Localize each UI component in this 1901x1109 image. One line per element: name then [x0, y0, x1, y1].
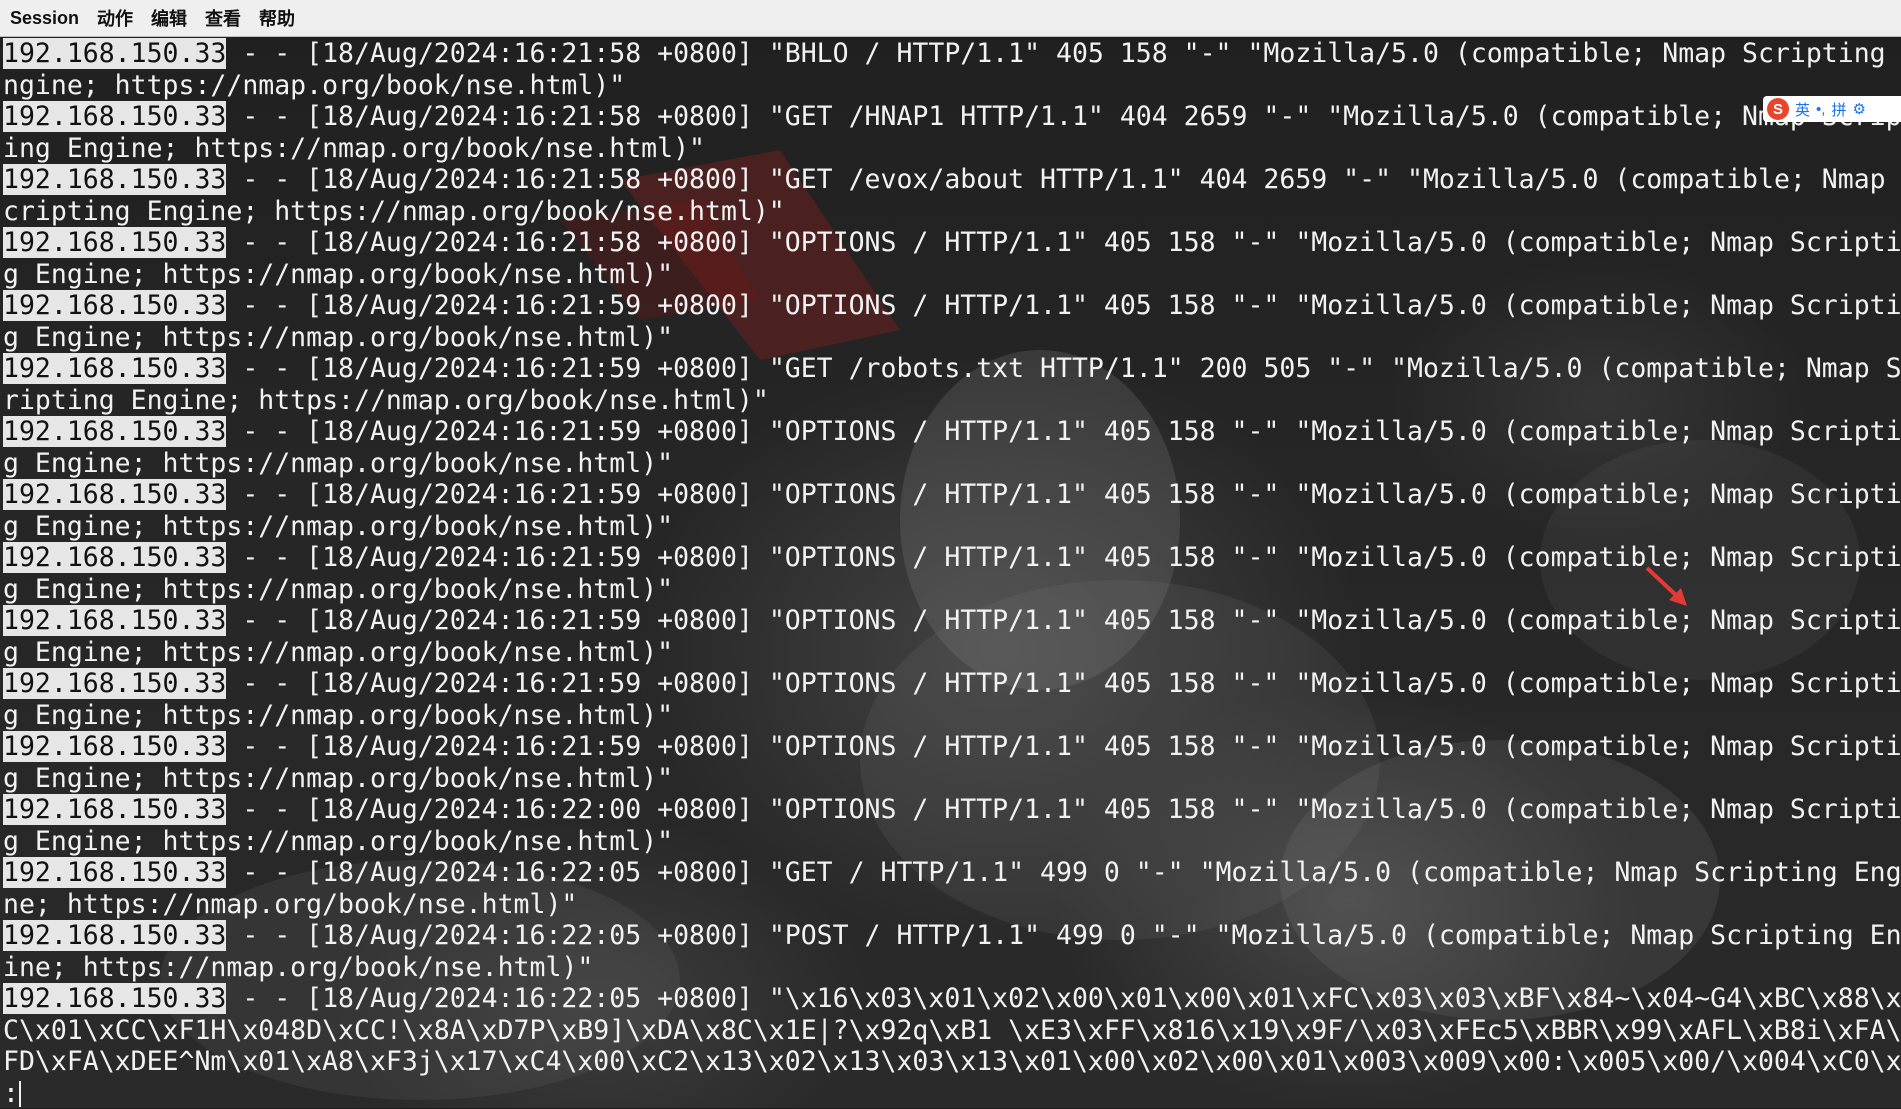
log-line: g Engine; https://nmap.org/book/nse.html… [3, 511, 1901, 543]
annotation-arrow-icon [1645, 566, 1690, 608]
log-text: - - [18/Aug/2024:16:22:05 +0800] "GET / … [226, 857, 1901, 888]
log-line: 192.168.150.33 - - [18/Aug/2024:16:22:05… [3, 983, 1901, 1015]
log-line: 192.168.150.33 - - [18/Aug/2024:16:21:59… [3, 353, 1901, 385]
log-line: g Engine; https://nmap.org/book/nse.html… [3, 322, 1901, 354]
log-ip-highlight: 192.168.150.33 [3, 920, 226, 951]
menu-help[interactable]: 帮助 [259, 5, 295, 31]
log-text: - - [18/Aug/2024:16:21:59 +0800] "OPTION… [226, 479, 1901, 510]
log-text: : [3, 1078, 19, 1109]
log-line: g Engine; https://nmap.org/book/nse.html… [3, 763, 1901, 795]
log-line: ripting Engine; https://nmap.org/book/ns… [3, 385, 1901, 417]
log-text: - - [18/Aug/2024:16:21:59 +0800] "OPTION… [226, 290, 1901, 321]
terminal-output[interactable]: 192.168.150.33 - - [18/Aug/2024:16:21:58… [0, 38, 1901, 1108]
log-ip-highlight: 192.168.150.33 [3, 605, 226, 636]
log-line: g Engine; https://nmap.org/book/nse.html… [3, 574, 1901, 606]
log-line: 192.168.150.33 - - [18/Aug/2024:16:21:59… [3, 479, 1901, 511]
log-text: - - [18/Aug/2024:16:21:59 +0800] "GET /r… [226, 353, 1901, 384]
log-ip-highlight: 192.168.150.33 [3, 227, 226, 258]
log-text: - - [18/Aug/2024:16:22:00 +0800] "OPTION… [226, 794, 1901, 825]
log-line: ing Engine; https://nmap.org/book/nse.ht… [3, 133, 1901, 165]
log-text: ripting Engine; https://nmap.org/book/ns… [3, 385, 769, 416]
log-text: g Engine; https://nmap.org/book/nse.html… [3, 700, 673, 731]
log-line: cripting Engine; https://nmap.org/book/n… [3, 196, 1901, 228]
log-text: ngine; https://nmap.org/book/nse.html)" [3, 70, 625, 101]
log-ip-highlight: 192.168.150.33 [3, 101, 226, 132]
sogou-logo-icon[interactable]: S [1767, 98, 1789, 120]
log-ip-highlight: 192.168.150.33 [3, 731, 226, 762]
log-line: 192.168.150.33 - - [18/Aug/2024:16:21:59… [3, 290, 1901, 322]
log-text: - - [18/Aug/2024:16:22:05 +0800] "POST /… [226, 920, 1901, 951]
log-text: g Engine; https://nmap.org/book/nse.html… [3, 763, 673, 794]
log-text: FD\xFA\xDEE^Nm\x01\xA8\xF3j\x17\xC4\x00\… [3, 1046, 1901, 1077]
log-text: - - [18/Aug/2024:16:21:59 +0800] "OPTION… [226, 731, 1901, 762]
menubar: Session 动作 编辑 查看 帮助 [0, 0, 1901, 37]
log-line: 192.168.150.33 - - [18/Aug/2024:16:21:58… [3, 164, 1901, 196]
log-text: g Engine; https://nmap.org/book/nse.html… [3, 322, 673, 353]
log-text: - - [18/Aug/2024:16:21:59 +0800] "OPTION… [226, 416, 1901, 447]
ime-input-toggle[interactable]: 拼 [1831, 99, 1846, 120]
log-text: - - [18/Aug/2024:16:21:58 +0800] "GET /e… [226, 164, 1901, 195]
log-text: g Engine; https://nmap.org/book/nse.html… [3, 637, 673, 668]
log-line: 192.168.150.33 - - [18/Aug/2024:16:21:59… [3, 731, 1901, 763]
log-line: 192.168.150.33 - - [18/Aug/2024:16:21:58… [3, 38, 1901, 70]
log-line: ngine; https://nmap.org/book/nse.html)" [3, 70, 1901, 102]
log-text: C\x01\xCC\xF1H\x048D\xCC!\x8A\xD7P\xB9]\… [3, 1015, 1901, 1046]
log-text: ne; https://nmap.org/book/nse.html)" [3, 889, 577, 920]
log-line: g Engine; https://nmap.org/book/nse.html… [3, 448, 1901, 480]
log-text: g Engine; https://nmap.org/book/nse.html… [3, 826, 673, 857]
log-ip-highlight: 192.168.150.33 [3, 794, 226, 825]
log-line: 192.168.150.33 - - [18/Aug/2024:16:21:59… [3, 668, 1901, 700]
log-line: 192.168.150.33 - - [18/Aug/2024:16:22:05… [3, 857, 1901, 889]
log-text: - - [18/Aug/2024:16:21:59 +0800] "OPTION… [226, 668, 1901, 699]
log-text: g Engine; https://nmap.org/book/nse.html… [3, 511, 673, 542]
log-text: ine; https://nmap.org/book/nse.html)" [3, 952, 593, 983]
log-line: g Engine; https://nmap.org/book/nse.html… [3, 700, 1901, 732]
log-ip-highlight: 192.168.150.33 [3, 416, 226, 447]
log-text: g Engine; https://nmap.org/book/nse.html… [3, 448, 673, 479]
log-text: g Engine; https://nmap.org/book/nse.html… [3, 259, 673, 290]
log-ip-highlight: 192.168.150.33 [3, 38, 226, 69]
menu-view[interactable]: 查看 [205, 5, 241, 31]
log-line: 192.168.150.33 - - [18/Aug/2024:16:21:58… [3, 101, 1901, 133]
text-cursor [19, 1081, 21, 1107]
log-text: - - [18/Aug/2024:16:21:58 +0800] "BHLO /… [226, 38, 1901, 69]
log-text: g Engine; https://nmap.org/book/nse.html… [3, 574, 673, 605]
log-ip-highlight: 192.168.150.33 [3, 668, 226, 699]
log-line: g Engine; https://nmap.org/book/nse.html… [3, 259, 1901, 291]
menu-edit[interactable]: 编辑 [151, 5, 187, 31]
log-ip-highlight: 192.168.150.33 [3, 542, 226, 573]
menu-actions[interactable]: 动作 [97, 5, 133, 31]
log-ip-highlight: 192.168.150.33 [3, 164, 226, 195]
ime-toolbar[interactable]: S 英 •, 拼 ⚙ [1763, 96, 1901, 122]
ime-punct-toggle[interactable]: •, [1816, 101, 1825, 118]
gear-icon[interactable]: ⚙ [1852, 100, 1865, 118]
log-text: ing Engine; https://nmap.org/book/nse.ht… [3, 133, 705, 164]
log-text: cripting Engine; https://nmap.org/book/n… [3, 196, 785, 227]
log-line: g Engine; https://nmap.org/book/nse.html… [3, 826, 1901, 858]
log-ip-highlight: 192.168.150.33 [3, 479, 226, 510]
log-line: 192.168.150.33 - - [18/Aug/2024:16:21:59… [3, 605, 1901, 637]
log-line: 192.168.150.33 - - [18/Aug/2024:16:22:00… [3, 794, 1901, 826]
log-line: 192.168.150.33 - - [18/Aug/2024:16:22:05… [3, 920, 1901, 952]
log-ip-highlight: 192.168.150.33 [3, 353, 226, 384]
log-line: FD\xFA\xDEE^Nm\x01\xA8\xF3j\x17\xC4\x00\… [3, 1046, 1901, 1078]
log-ip-highlight: 192.168.150.33 [3, 857, 226, 888]
menu-session[interactable]: Session [10, 8, 79, 29]
log-text: - - [18/Aug/2024:16:21:58 +0800] "OPTION… [226, 227, 1901, 258]
log-text: - - [18/Aug/2024:16:22:05 +0800] "\x16\x… [226, 983, 1901, 1014]
log-ip-highlight: 192.168.150.33 [3, 983, 226, 1014]
ime-mode-toggle[interactable]: 英 [1795, 99, 1810, 120]
log-text: - - [18/Aug/2024:16:21:59 +0800] "OPTION… [226, 605, 1901, 636]
log-text: - - [18/Aug/2024:16:21:58 +0800] "GET /H… [226, 101, 1901, 132]
log-line: 192.168.150.33 - - [18/Aug/2024:16:21:59… [3, 416, 1901, 448]
log-line: 192.168.150.33 - - [18/Aug/2024:16:21:59… [3, 542, 1901, 574]
log-line: g Engine; https://nmap.org/book/nse.html… [3, 637, 1901, 669]
log-line: ine; https://nmap.org/book/nse.html)" [3, 952, 1901, 984]
log-line: ne; https://nmap.org/book/nse.html)" [3, 889, 1901, 921]
log-line: 192.168.150.33 - - [18/Aug/2024:16:21:58… [3, 227, 1901, 259]
log-line: : [3, 1078, 1901, 1109]
log-ip-highlight: 192.168.150.33 [3, 290, 226, 321]
log-line: C\x01\xCC\xF1H\x048D\xCC!\x8A\xD7P\xB9]\… [3, 1015, 1901, 1047]
